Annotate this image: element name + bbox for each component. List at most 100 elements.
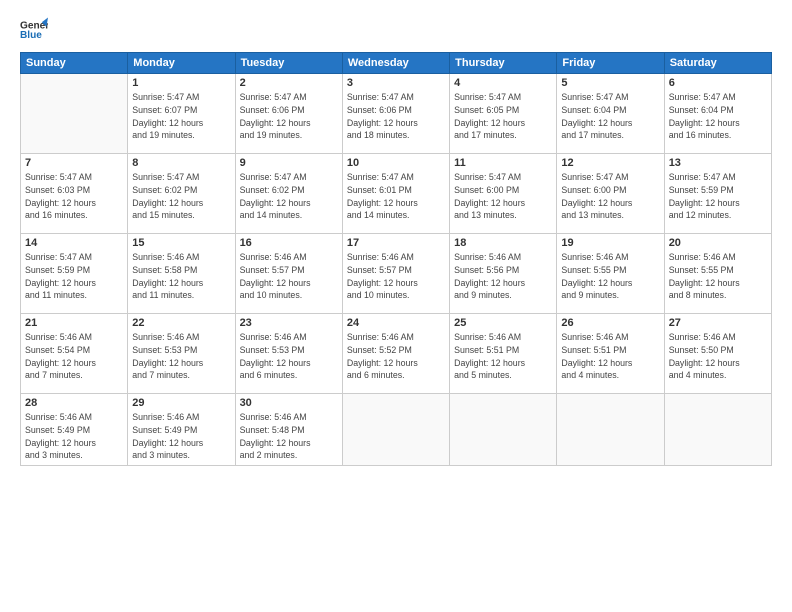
day-info: Sunrise: 5:46 AM Sunset: 5:52 PM Dayligh…	[347, 331, 445, 382]
week-row-4: 21 Sunrise: 5:46 AM Sunset: 5:54 PM Dayli…	[21, 314, 772, 394]
day-info: Sunrise: 5:47 AM Sunset: 6:04 PM Dayligh…	[669, 91, 767, 142]
day-number: 5	[561, 77, 659, 89]
day-number: 20	[669, 237, 767, 249]
calendar-cell: 1 Sunrise: 5:47 AM Sunset: 6:07 PM Daylig…	[128, 74, 235, 154]
day-info: Sunrise: 5:46 AM Sunset: 5:56 PM Dayligh…	[454, 251, 552, 302]
day-number: 21	[25, 317, 123, 329]
day-number: 23	[240, 317, 338, 329]
calendar-cell: 12 Sunrise: 5:47 AM Sunset: 6:00 PM Dayli…	[557, 154, 664, 234]
day-info: Sunrise: 5:47 AM Sunset: 5:59 PM Dayligh…	[25, 251, 123, 302]
day-number: 2	[240, 77, 338, 89]
calendar-cell: 2 Sunrise: 5:47 AM Sunset: 6:06 PM Daylig…	[235, 74, 342, 154]
day-number: 8	[132, 157, 230, 169]
calendar-cell: 25 Sunrise: 5:46 AM Sunset: 5:51 PM Dayli…	[450, 314, 557, 394]
calendar-table: SundayMondayTuesdayWednesdayThursdayFrid…	[20, 52, 772, 466]
weekday-header-friday: Friday	[557, 53, 664, 74]
day-info: Sunrise: 5:47 AM Sunset: 6:06 PM Dayligh…	[240, 91, 338, 142]
day-info: Sunrise: 5:46 AM Sunset: 5:51 PM Dayligh…	[454, 331, 552, 382]
day-info: Sunrise: 5:47 AM Sunset: 6:05 PM Dayligh…	[454, 91, 552, 142]
weekday-header-thursday: Thursday	[450, 53, 557, 74]
day-info: Sunrise: 5:46 AM Sunset: 5:48 PM Dayligh…	[240, 411, 338, 462]
day-number: 25	[454, 317, 552, 329]
day-number: 12	[561, 157, 659, 169]
calendar-cell: 29Sunrise: 5:46 AM Sunset: 5:49 PM Dayli…	[128, 394, 235, 466]
day-number: 4	[454, 77, 552, 89]
day-number: 30	[240, 397, 338, 409]
day-info: Sunrise: 5:47 AM Sunset: 6:04 PM Dayligh…	[561, 91, 659, 142]
svg-text:Blue: Blue	[20, 30, 42, 41]
day-info: Sunrise: 5:47 AM Sunset: 6:06 PM Dayligh…	[347, 91, 445, 142]
week-row-3: 14 Sunrise: 5:47 AM Sunset: 5:59 PM Dayli…	[21, 234, 772, 314]
day-info: Sunrise: 5:47 AM Sunset: 6:00 PM Dayligh…	[561, 171, 659, 222]
weekday-header-sunday: Sunday	[21, 53, 128, 74]
calendar-cell: 3 Sunrise: 5:47 AM Sunset: 6:06 PM Daylig…	[342, 74, 449, 154]
day-info: Sunrise: 5:46 AM Sunset: 5:50 PM Dayligh…	[669, 331, 767, 382]
calendar-cell: 10 Sunrise: 5:47 AM Sunset: 6:01 PM Dayli…	[342, 154, 449, 234]
day-info: Sunrise: 5:47 AM Sunset: 6:02 PM Dayligh…	[240, 171, 338, 222]
day-info: Sunrise: 5:47 AM Sunset: 6:00 PM Dayligh…	[454, 171, 552, 222]
day-info: Sunrise: 5:46 AM Sunset: 5:55 PM Dayligh…	[669, 251, 767, 302]
day-info: Sunrise: 5:46 AM Sunset: 5:49 PM Dayligh…	[25, 411, 123, 462]
day-info: Sunrise: 5:46 AM Sunset: 5:53 PM Dayligh…	[240, 331, 338, 382]
day-number: 14	[25, 237, 123, 249]
calendar-cell	[664, 394, 771, 466]
calendar-cell: 22Sunrise: 5:46 AM Sunset: 5:53 PM Dayli…	[128, 314, 235, 394]
day-info: Sunrise: 5:46 AM Sunset: 5:57 PM Dayligh…	[240, 251, 338, 302]
calendar-cell: 4 Sunrise: 5:47 AM Sunset: 6:05 PM Daylig…	[450, 74, 557, 154]
day-info: Sunrise: 5:47 AM Sunset: 5:59 PM Dayligh…	[669, 171, 767, 222]
calendar-cell: 8Sunrise: 5:47 AM Sunset: 6:02 PM Daylig…	[128, 154, 235, 234]
calendar-cell	[557, 394, 664, 466]
day-number: 26	[561, 317, 659, 329]
calendar-cell: 9 Sunrise: 5:47 AM Sunset: 6:02 PM Daylig…	[235, 154, 342, 234]
day-info: Sunrise: 5:46 AM Sunset: 5:55 PM Dayligh…	[561, 251, 659, 302]
day-number: 3	[347, 77, 445, 89]
calendar-cell: 24Sunrise: 5:46 AM Sunset: 5:52 PM Dayli…	[342, 314, 449, 394]
calendar-cell	[21, 74, 128, 154]
day-number: 10	[347, 157, 445, 169]
calendar-cell: 13Sunrise: 5:47 AM Sunset: 5:59 PM Dayli…	[664, 154, 771, 234]
calendar-cell: 6 Sunrise: 5:47 AM Sunset: 6:04 PM Daylig…	[664, 74, 771, 154]
calendar-cell: 28 Sunrise: 5:46 AM Sunset: 5:49 PM Dayli…	[21, 394, 128, 466]
calendar-cell: 26 Sunrise: 5:46 AM Sunset: 5:51 PM Dayli…	[557, 314, 664, 394]
day-number: 19	[561, 237, 659, 249]
calendar-cell	[342, 394, 449, 466]
day-info: Sunrise: 5:46 AM Sunset: 5:54 PM Dayligh…	[25, 331, 123, 382]
weekday-header-row: SundayMondayTuesdayWednesdayThursdayFrid…	[21, 53, 772, 74]
day-number: 11	[454, 157, 552, 169]
day-info: Sunrise: 5:46 AM Sunset: 5:49 PM Dayligh…	[132, 411, 230, 462]
weekday-header-wednesday: Wednesday	[342, 53, 449, 74]
calendar-cell: 20 Sunrise: 5:46 AM Sunset: 5:55 PM Dayli…	[664, 234, 771, 314]
calendar-cell: 27 Sunrise: 5:46 AM Sunset: 5:50 PM Dayli…	[664, 314, 771, 394]
logo-icon: General Blue	[20, 16, 48, 44]
week-row-1: 1 Sunrise: 5:47 AM Sunset: 6:07 PM Daylig…	[21, 74, 772, 154]
header: General Blue	[20, 16, 772, 44]
page: General Blue SundayMondayTuesdayWednesda…	[0, 0, 792, 612]
day-number: 1	[132, 77, 230, 89]
calendar-cell	[450, 394, 557, 466]
weekday-header-saturday: Saturday	[664, 53, 771, 74]
weekday-header-tuesday: Tuesday	[235, 53, 342, 74]
calendar-cell: 11 Sunrise: 5:47 AM Sunset: 6:00 PM Dayli…	[450, 154, 557, 234]
day-info: Sunrise: 5:47 AM Sunset: 6:01 PM Dayligh…	[347, 171, 445, 222]
calendar-cell: 15 Sunrise: 5:46 AM Sunset: 5:58 PM Dayli…	[128, 234, 235, 314]
day-number: 28	[25, 397, 123, 409]
day-number: 22	[132, 317, 230, 329]
day-number: 6	[669, 77, 767, 89]
day-number: 15	[132, 237, 230, 249]
calendar-cell: 7 Sunrise: 5:47 AM Sunset: 6:03 PM Daylig…	[21, 154, 128, 234]
calendar-cell: 30 Sunrise: 5:46 AM Sunset: 5:48 PM Dayli…	[235, 394, 342, 466]
weekday-header-monday: Monday	[128, 53, 235, 74]
day-info: Sunrise: 5:46 AM Sunset: 5:57 PM Dayligh…	[347, 251, 445, 302]
day-number: 27	[669, 317, 767, 329]
day-number: 18	[454, 237, 552, 249]
calendar-cell: 18 Sunrise: 5:46 AM Sunset: 5:56 PM Dayli…	[450, 234, 557, 314]
day-number: 7	[25, 157, 123, 169]
day-info: Sunrise: 5:47 AM Sunset: 6:03 PM Dayligh…	[25, 171, 123, 222]
day-number: 16	[240, 237, 338, 249]
calendar-cell: 23 Sunrise: 5:46 AM Sunset: 5:53 PM Dayli…	[235, 314, 342, 394]
day-number: 9	[240, 157, 338, 169]
calendar-cell: 17Sunrise: 5:46 AM Sunset: 5:57 PM Dayli…	[342, 234, 449, 314]
day-info: Sunrise: 5:46 AM Sunset: 5:58 PM Dayligh…	[132, 251, 230, 302]
day-info: Sunrise: 5:47 AM Sunset: 6:07 PM Dayligh…	[132, 91, 230, 142]
day-info: Sunrise: 5:46 AM Sunset: 5:51 PM Dayligh…	[561, 331, 659, 382]
